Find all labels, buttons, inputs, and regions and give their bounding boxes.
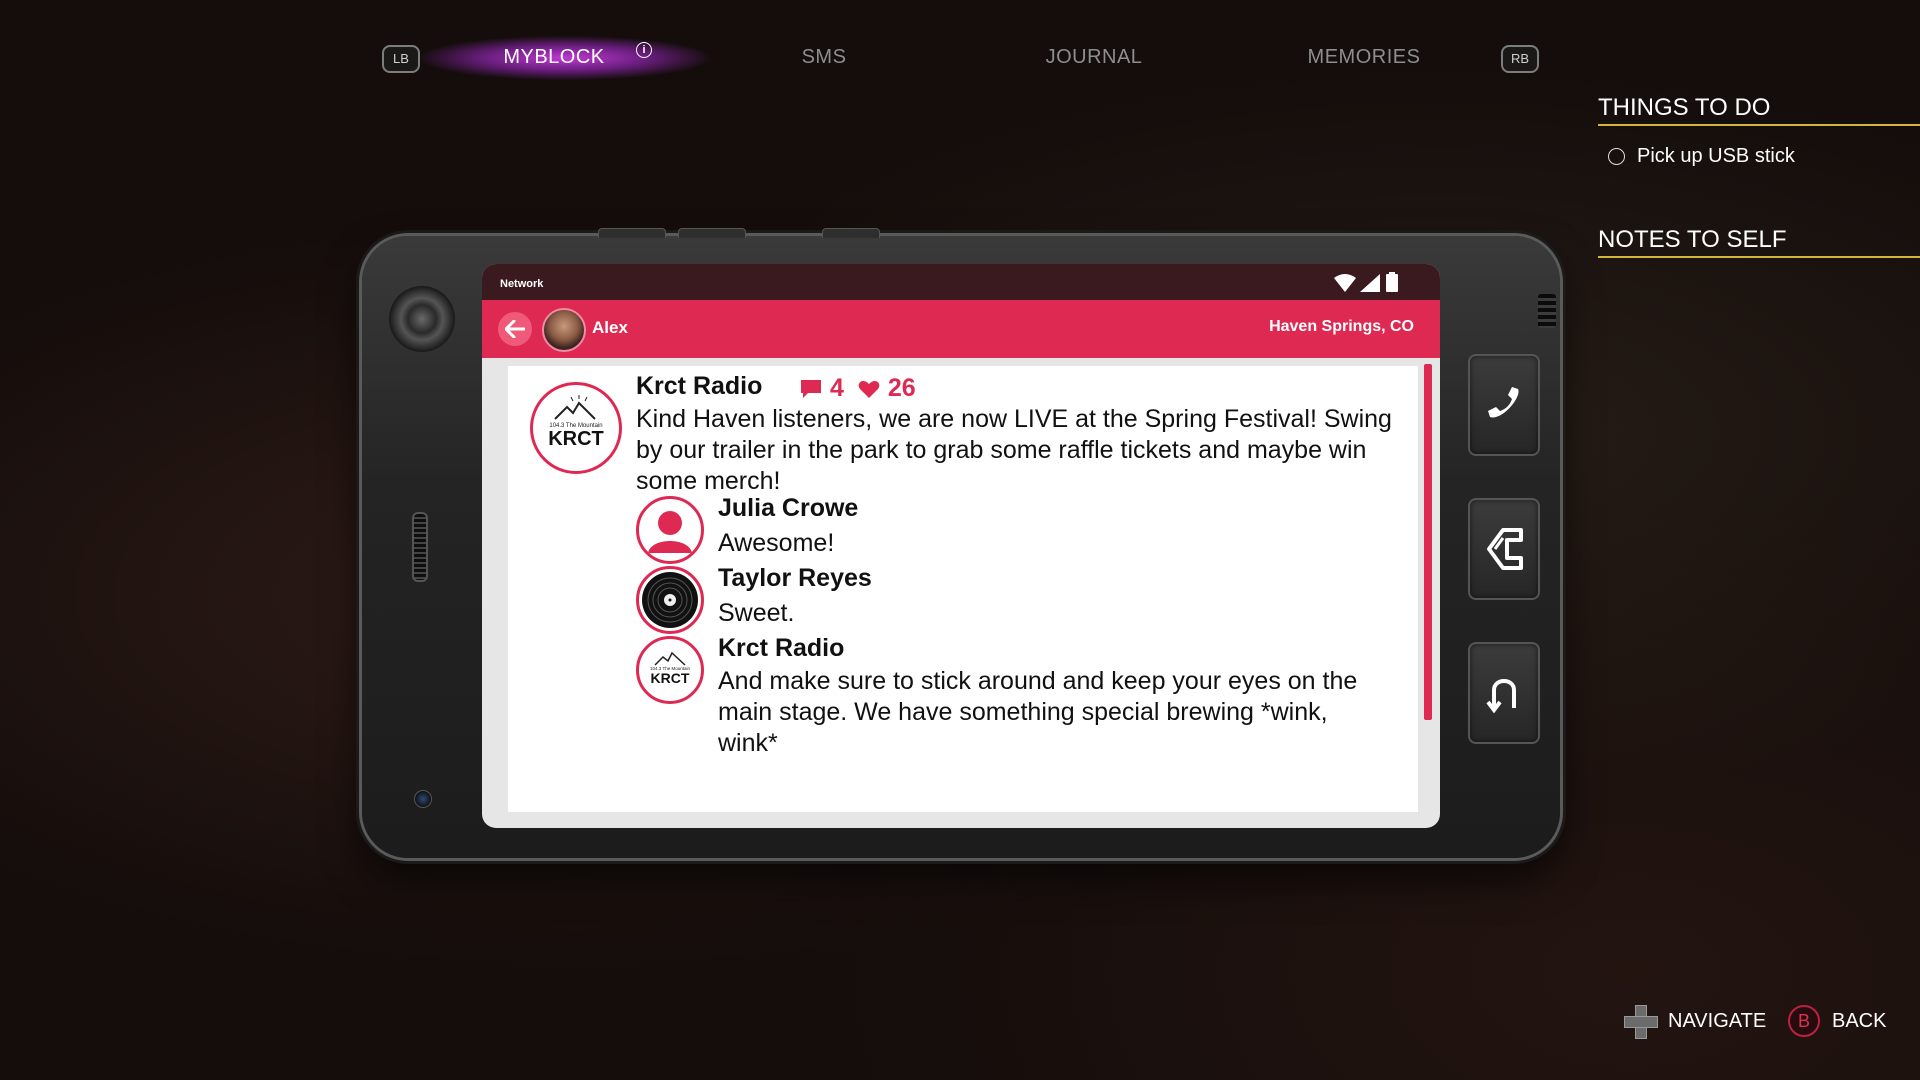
comment-text: And make sure to stick around and keep y… [718,667,1358,757]
dpad-icon [1624,1005,1658,1039]
navigate-hint: NAVIGATE [1624,1005,1767,1039]
comment-text: Awesome! [718,529,835,557]
person-icon [648,511,692,553]
post-body: Kind Haven listeners, we are now LIVE at… [636,405,1392,495]
todo-item-label: Pick up USB stick [1637,145,1795,167]
app-header: Alex Haven Springs, CO [482,300,1440,358]
battery-icon [1386,272,1398,292]
comment-author: Taylor Reyes [718,564,872,592]
comment-icon [801,379,821,398]
camera-lens-icon [389,286,455,352]
app-location: Haven Springs, CO [1269,318,1414,335]
tab-journal[interactable]: JOURNAL [984,42,1204,72]
network-label: Network [500,278,544,290]
feed-scrollbar[interactable] [1424,364,1432,720]
side-grille [1538,294,1556,328]
signal-icon [1360,274,1380,292]
checkbox-circle-icon [1608,148,1625,165]
back-label: BACK [1832,1009,1887,1032]
krct-logo-icon: 104.3 The Mountain KRCT [650,651,690,686]
comment-author: Krct Radio [718,634,845,662]
like-count: 26 [887,374,916,402]
heart-icon[interactable] [858,379,880,399]
notes-to-self-heading: NOTES TO SELF [1598,226,1920,258]
tab-myblock[interactable]: MYBLOCK [444,42,664,72]
comment-count: 4 [830,374,844,402]
info-icon: i [636,42,652,58]
comment-avatar: 104.3 The Mountain KRCT [636,636,704,704]
vinyl-record-icon [642,572,698,628]
post-thread[interactable]: 104.3 The Mountain KRCT Krct Radio 4 26 … [508,366,1418,812]
home-button[interactable] [1468,498,1540,600]
phone-top-button [822,228,880,238]
post-author: Krct Radio [636,372,763,400]
app-back-button[interactable] [498,312,532,346]
krct-logo-avatar: 104.3 The Mountain KRCT [530,382,622,474]
b-button-icon: B [1788,1005,1820,1037]
tab-sms[interactable]: SMS [714,42,934,72]
sensor-dot [414,790,432,808]
app-user-name: Alex [592,318,628,337]
phone-top-button [598,228,666,238]
lb-bumper-icon[interactable]: LB [382,45,420,73]
krct-logo-icon: 104.3 The Mountain KRCT [548,395,604,450]
rb-bumper-icon[interactable]: RB [1501,45,1539,73]
todo-item: Pick up USB stick [1608,145,1795,168]
comment-avatar [636,496,704,564]
back-hardware-button[interactable] [1468,642,1540,744]
navigate-label: NAVIGATE [1668,1009,1767,1032]
post-stats: 4 26 [800,374,916,403]
phone-device: Network Alex Haven Springs, CO 104.3 The… [362,228,1560,858]
back-hint[interactable]: B BACK [1788,1005,1886,1037]
svg-text:KRCT: KRCT [548,428,604,450]
phone-top-button [678,228,746,238]
wifi-icon [1334,274,1356,292]
speaker-grille [412,512,428,582]
comment-avatar [636,566,704,634]
arrow-left-icon [505,320,525,338]
call-button[interactable] [1468,354,1540,456]
back-arrow-icon [1486,679,1516,714]
comment-author: Julia Crowe [718,494,859,522]
svg-text:KRCT: KRCT [651,670,690,686]
home-hand-icon [1487,528,1523,570]
phone-screen: Network Alex Haven Springs, CO 104.3 The… [482,264,1440,828]
tab-memories[interactable]: MEMORIES [1254,42,1474,72]
comment-text: Sweet. [718,599,795,627]
things-to-do-heading: THINGS TO DO [1598,94,1920,126]
phone-handset-icon [1488,387,1519,418]
user-avatar [542,308,586,352]
status-bar: Network [482,264,1440,300]
